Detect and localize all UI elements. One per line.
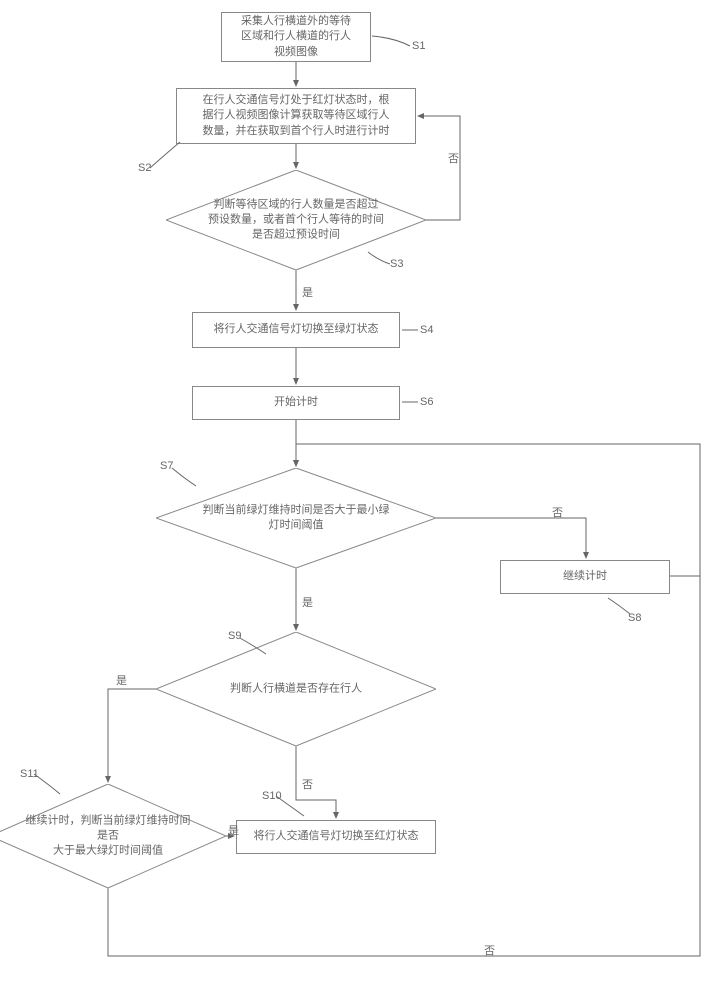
label-s11: S11 [20,768,39,780]
node-s2-text: 在行人交通信号灯处于红灯状态时，根 据行人视频图像计算获取等待区域行人 数量，并… [203,93,390,139]
node-s2: 在行人交通信号灯处于红灯状态时，根 据行人视频图像计算获取等待区域行人 数量，并… [176,88,416,144]
label-s9: S9 [228,630,241,642]
edge-s7-yes: 是 [302,594,313,610]
node-s8-text: 继续计时 [563,569,607,584]
label-s8: S8 [628,612,641,624]
label-s7: S7 [160,460,173,472]
node-s6-text: 开始计时 [274,395,318,410]
node-s9-text: 判断人行横道是否存在行人 [184,682,408,697]
edge-s9-no: 否 [302,776,313,792]
edge-s11-no: 否 [484,942,495,958]
label-s3: S3 [390,258,403,270]
label-s6: S6 [420,396,433,408]
node-s7-text: 判断当前绿灯维持时间是否大于最小绿 灯时间阈值 [184,503,408,533]
node-s4: 将行人交通信号灯切换至绿灯状态 [192,312,400,348]
node-s8: 继续计时 [500,560,670,594]
node-s1: 采集人行横道外的等待 区域和行人横道的行人 视频图像 [221,12,371,62]
edge-s9-yes: 是 [116,672,127,688]
node-s6: 开始计时 [192,386,400,420]
edge-s11-yes: 是 [228,822,239,838]
edge-s7-no: 否 [552,504,563,520]
edge-s3-yes: 是 [302,284,313,300]
node-s3: 判断等待区域的行人数量是否超过 预设数量，或者首个行人等待的时间 是否超过预设时… [166,170,426,270]
node-s10-text: 将行人交通信号灯切换至红灯状态 [254,829,419,844]
label-s2: S2 [138,162,151,174]
label-s1: S1 [412,40,425,52]
node-s4-text: 将行人交通信号灯切换至绿灯状态 [214,322,379,337]
label-s10: S10 [262,790,282,802]
label-s4: S4 [420,324,433,336]
node-s11-text: 继续计时，判断当前绿灯维持时间是否 大于最大绿灯时间阈值 [23,814,193,859]
node-s7: 判断当前绿灯维持时间是否大于最小绿 灯时间阈值 [156,468,436,568]
node-s11: 继续计时，判断当前绿灯维持时间是否 大于最大绿灯时间阈值 [0,784,226,888]
node-s1-text: 采集人行横道外的等待 区域和行人横道的行人 视频图像 [241,14,351,60]
edge-s3-no: 否 [448,150,459,166]
node-s3-text: 判断等待区域的行人数量是否超过 预设数量，或者首个行人等待的时间 是否超过预设时… [192,198,400,243]
node-s9: 判断人行横道是否存在行人 [156,632,436,746]
node-s10: 将行人交通信号灯切换至红灯状态 [236,820,436,854]
